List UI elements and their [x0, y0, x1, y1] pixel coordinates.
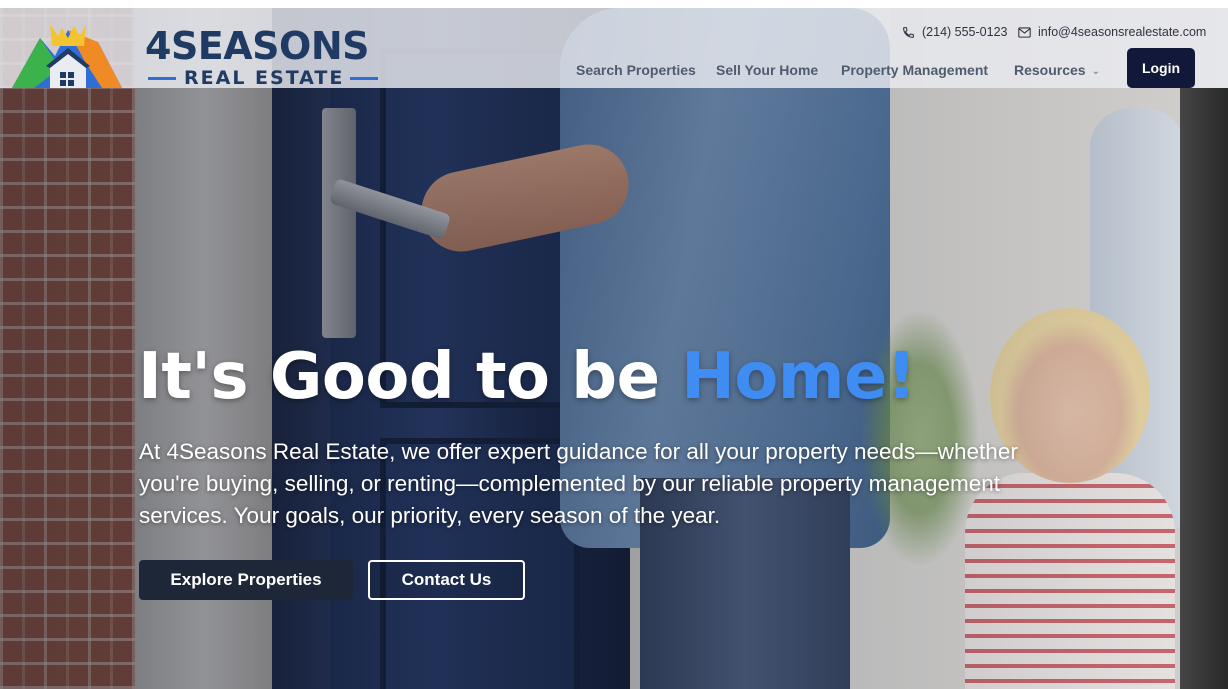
hero-description: At 4Seasons Real Estate, we offer expert…: [139, 439, 1018, 528]
explore-properties-button[interactable]: Explore Properties: [139, 560, 353, 600]
contact-phone[interactable]: (214) 555-0123: [902, 22, 1007, 42]
brand-wordmark[interactable]: 4SEASONS REAL ESTATE: [145, 26, 380, 92]
brand-name-bottom: REAL ESTATE: [184, 67, 345, 89]
headline-accent: Home!: [681, 340, 916, 414]
site-header: 4SEASONS REAL ESTATE (214) 555-0123 info…: [0, 8, 1228, 89]
mail-icon: [1018, 26, 1031, 38]
nav-sell-your-home[interactable]: Sell Your Home: [716, 58, 818, 82]
brand-name-top: 4SEASONS: [145, 24, 370, 68]
phone-icon: [902, 26, 915, 39]
chevron-down-icon: ⌄: [1091, 66, 1100, 77]
headline-text: It's Good to be: [138, 340, 682, 414]
login-button[interactable]: Login: [1127, 48, 1195, 88]
contact-email[interactable]: info@4seasonsrealestate.com: [1018, 22, 1206, 42]
contact-us-button[interactable]: Contact Us: [368, 560, 525, 600]
nav-property-management[interactable]: Property Management: [841, 58, 988, 82]
hero-headline: It's Good to be Home!: [138, 337, 916, 417]
mountain-house-logo-icon[interactable]: [10, 16, 125, 94]
brand-rule-right: [350, 77, 378, 80]
phone-number: (214) 555-0123: [922, 25, 1008, 39]
nav-resources[interactable]: Resources ⌄: [1014, 58, 1100, 82]
nav-search-properties[interactable]: Search Properties: [576, 58, 696, 82]
brand-rule-left: [148, 77, 176, 80]
brand-subline: REAL ESTATE: [148, 66, 378, 90]
email-address: info@4seasonsrealestate.com: [1038, 25, 1207, 39]
nav-resources-label: Resources: [1014, 62, 1086, 78]
